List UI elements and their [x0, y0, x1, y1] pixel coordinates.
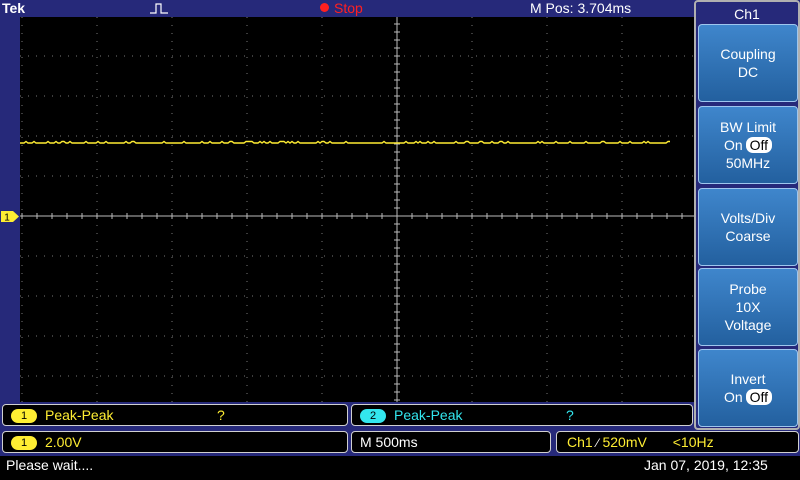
- trigger-level: 520mV: [602, 434, 647, 450]
- ch1-scale-channel: 1: [11, 436, 37, 451]
- measurement-1-channel: 1: [11, 409, 37, 424]
- ch1-waveform: [20, 140, 670, 144]
- bw-limit-value: 50MHz: [725, 155, 771, 171]
- ch1-scale-readout[interactable]: 1 2.00V: [2, 431, 348, 453]
- bw-limit-toggle[interactable]: Off: [745, 137, 773, 153]
- measurement-2-label: Peak-Peak: [394, 407, 463, 423]
- brand-logo: Tek: [2, 0, 26, 16]
- run-state-icon: [320, 3, 329, 12]
- side-menu-title: Ch1: [696, 3, 798, 23]
- timebase-readout[interactable]: M 500ms: [351, 431, 551, 453]
- measurement-1-value: ?: [217, 407, 225, 423]
- coupling-button[interactable]: Coupling DC: [698, 24, 798, 102]
- waveform-display[interactable]: [20, 17, 694, 402]
- coupling-value: DC: [737, 64, 759, 80]
- ch1-scale: 2.00V: [45, 434, 82, 450]
- pulse-trigger-icon: [150, 3, 168, 14]
- volts-div-label: Volts/Div: [720, 210, 776, 226]
- date-time: Jan 07, 2019, 12:35: [644, 457, 768, 473]
- graticule: [20, 17, 694, 402]
- horizontal-position: M Pos: 3.704ms: [530, 0, 632, 16]
- run-state[interactable]: Stop: [334, 0, 363, 16]
- trigger-source: Ch1: [567, 434, 593, 450]
- probe-label: Probe: [729, 281, 767, 297]
- invert-toggle[interactable]: Off: [745, 389, 773, 405]
- volts-div-button[interactable]: Volts/Div Coarse: [698, 188, 798, 266]
- ch1-ground-marker[interactable]: 1: [0, 210, 20, 223]
- coupling-label: Coupling: [720, 46, 776, 62]
- status-message: Please wait....: [6, 457, 94, 473]
- measurement-1[interactable]: 1 Peak-Peak?: [2, 404, 348, 426]
- trigger-readout[interactable]: Ch1 ⁄ 520mV <10Hz: [556, 431, 799, 453]
- ch1-marker-label: 1: [4, 213, 10, 224]
- measurement-2-channel: 2: [360, 409, 386, 424]
- invert-on: On: [723, 389, 743, 405]
- volts-div-value: Coarse: [725, 228, 771, 244]
- measurement-1-label: Peak-Peak: [45, 407, 114, 423]
- bw-limit-on: On: [723, 137, 743, 153]
- probe-type: Voltage: [724, 317, 772, 333]
- invert-button[interactable]: Invert On Off: [698, 349, 798, 427]
- bw-limit-button[interactable]: BW Limit On Off 50MHz: [698, 106, 798, 184]
- trigger-slope-icon: ⁄: [596, 436, 599, 450]
- measurement-2-value: ?: [566, 407, 574, 423]
- timebase: M 500ms: [360, 434, 418, 450]
- trigger-frequency: <10Hz: [672, 434, 714, 450]
- probe-attenuation: 10X: [735, 299, 761, 315]
- measurement-2[interactable]: 2 Peak-Peak?: [351, 404, 693, 426]
- bw-limit-label: BW Limit: [720, 119, 776, 135]
- invert-label: Invert: [730, 371, 766, 387]
- probe-button[interactable]: Probe 10X Voltage: [698, 268, 798, 346]
